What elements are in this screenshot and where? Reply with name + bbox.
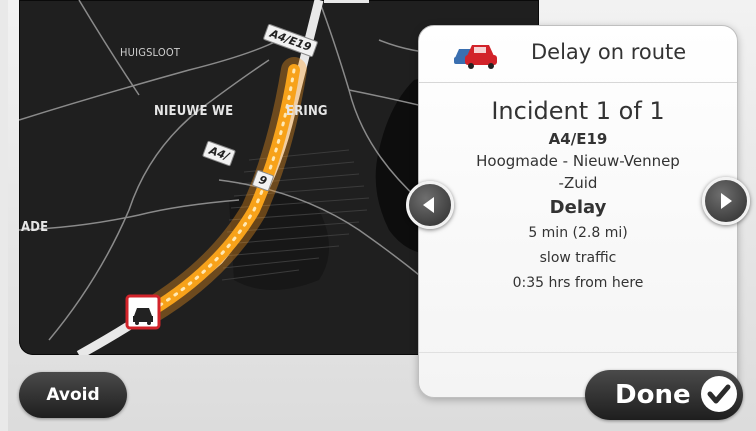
incident-title: Incident 1 of 1	[491, 97, 665, 125]
incident-details: Incident 1 of 1 A4/E19 Hoogmade - Nieuw-…	[419, 97, 737, 294]
done-button-label: Done	[615, 380, 691, 410]
panel-header-title: Delay on route	[531, 40, 687, 64]
incident-description-line2: -Zuid	[558, 174, 598, 192]
panel-header: Delay on route	[419, 26, 737, 83]
next-incident-button[interactable]	[702, 177, 750, 225]
map-label-ade: ADE	[21, 220, 49, 235]
incident-delay: 5 min (2.8 mi)	[528, 225, 628, 241]
chevron-right-icon	[721, 193, 732, 209]
incident-description-line1: Hoogmade - Nieuw-Vennep	[476, 152, 680, 170]
incident-type: Delay	[549, 197, 607, 218]
incident-panel: Delay on route Incident 1 of 1 A4/E19 Ho…	[418, 25, 738, 398]
done-button[interactable]: Done	[585, 370, 743, 420]
map-label-ering: ERING	[286, 104, 328, 119]
car-icon	[454, 45, 497, 69]
previous-incident-button[interactable]	[406, 181, 454, 229]
map-label-huigsloot: HUIGSLOOT	[120, 46, 181, 59]
map-label-nieuwe: NIEUWE WE	[154, 104, 234, 119]
incident-marker-icon	[125, 294, 161, 330]
checkmark-icon	[701, 376, 737, 412]
incident-time-from-here: 0:35 hrs from here	[512, 275, 644, 291]
chevron-left-icon	[423, 197, 434, 213]
incident-traffic: slow traffic	[539, 250, 617, 266]
avoid-button[interactable]: Avoid	[19, 372, 127, 418]
incident-road: A4/E19	[548, 130, 608, 148]
